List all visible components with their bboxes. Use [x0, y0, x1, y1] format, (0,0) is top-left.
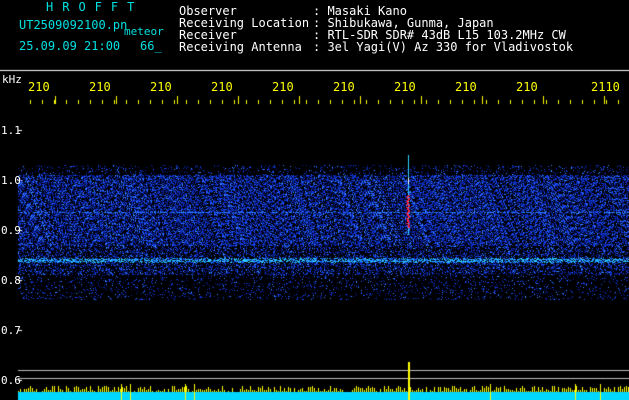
- x-tick-label: 210: [150, 80, 172, 94]
- x-tick-label: 210: [516, 80, 538, 94]
- echo-count: 66_: [140, 39, 162, 53]
- x-tick-label: 210: [28, 80, 50, 94]
- y-tick-label: 0.8: [1, 274, 21, 287]
- y-tick-label: 0.6: [1, 374, 21, 387]
- y-tick-label: 0.9: [1, 224, 21, 237]
- antenna-label: Receiving Antenna: [179, 40, 302, 54]
- x-tick-label: 210: [89, 80, 111, 94]
- x-tick-label: 210: [455, 80, 477, 94]
- type-tag: meteor: [124, 25, 164, 38]
- file-name: UT2509092100.pn: [19, 18, 128, 32]
- x-tick-label: 2110: [591, 80, 620, 94]
- observation-datetime: 25.09.09 21:00: [19, 39, 121, 53]
- freq-unit-label: kHz: [2, 73, 22, 86]
- app-brand: HROFFT: [46, 0, 144, 14]
- y-tick-label: 0.7: [1, 324, 21, 337]
- spectrogram-canvas: [0, 0, 629, 400]
- x-tick-label: 210: [394, 80, 416, 94]
- x-tick-label: 210: [211, 80, 233, 94]
- x-tick-label: 210: [333, 80, 355, 94]
- y-tick-label: 1.0: [1, 174, 21, 187]
- y-tick-label: 1.1: [1, 124, 21, 137]
- antenna-value: : 3el Yagi(V) Az 330 for Vladivostok: [313, 40, 574, 54]
- x-tick-label: 210: [272, 80, 294, 94]
